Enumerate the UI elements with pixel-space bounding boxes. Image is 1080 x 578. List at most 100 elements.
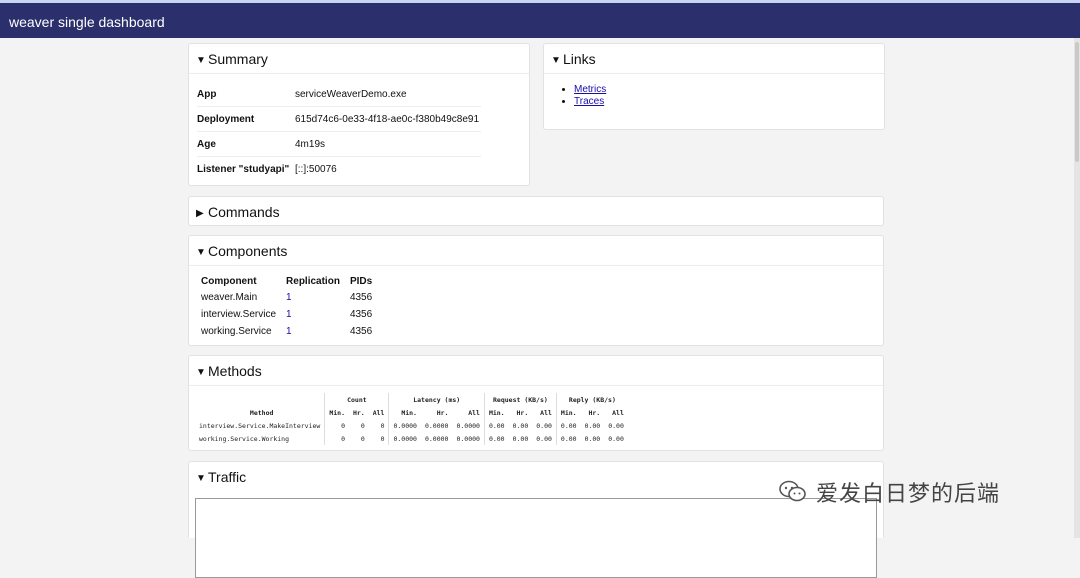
column-header: Hr. — [436, 408, 449, 417]
commands-title: Commands — [208, 204, 280, 220]
links-list: Metrics Traces — [562, 84, 606, 108]
components-header[interactable]: ▼ Components — [189, 236, 883, 266]
method-name: interview.Service.MakeInterview — [199, 421, 321, 430]
metrics-link[interactable]: Metrics — [574, 84, 606, 95]
metric-cell: 0 — [360, 421, 365, 430]
methods-title: Methods — [208, 363, 262, 379]
components-table: Component Replication PIDs weaver.Main 1… — [201, 273, 382, 340]
column-header: Method — [249, 408, 274, 417]
column-header: All — [468, 408, 480, 417]
triangle-down-icon: ▼ — [196, 247, 206, 258]
triangle-down-icon: ▼ — [196, 473, 206, 484]
table-row: Listener "studyapi" [::]:50076 — [197, 157, 481, 182]
summary-key: Deployment — [197, 106, 295, 132]
metric-cell: 0 — [324, 419, 349, 432]
summary-title: Summary — [208, 51, 268, 67]
list-item: Metrics — [574, 84, 606, 96]
scrollbar[interactable] — [1074, 38, 1080, 538]
summary-key: Listener "studyapi" — [197, 163, 290, 175]
list-item: Traces — [574, 96, 606, 108]
top-bar: weaver single dashboard — [0, 0, 1080, 38]
traces-link[interactable]: Traces — [574, 96, 604, 107]
traffic-graph-area — [195, 498, 877, 578]
methods-panel: ▼ Methods Count Latency (ms) Request (KB/… — [188, 355, 884, 451]
metric-cell: 0.00 — [536, 434, 552, 443]
metric-cell: 0.00 — [555, 419, 581, 432]
column-header: Hr. — [588, 408, 601, 417]
summary-key: App — [197, 82, 295, 107]
commands-header[interactable]: ▶ Commands — [189, 197, 883, 227]
column-group-header: Reply (KB/s) — [555, 393, 628, 406]
watermark: 爱发白日梦的后端 — [778, 476, 1048, 508]
scrollbar-thumb[interactable] — [1075, 42, 1079, 162]
triangle-down-icon: ▼ — [196, 367, 206, 378]
metric-cell: 0.0000 — [388, 419, 421, 432]
metric-cell: 0.0000 — [388, 432, 421, 445]
triangle-down-icon: ▼ — [196, 55, 206, 66]
metric-cell: 0.00 — [555, 432, 581, 445]
triangle-right-icon: ▶ — [196, 208, 204, 219]
wechat-icon — [779, 480, 806, 502]
metric-cell: 0.00 — [584, 421, 601, 430]
component-replication: 1 — [286, 292, 292, 303]
table-row: Age 4m19s — [197, 131, 481, 157]
column-group-header: Request (KB/s) — [483, 393, 557, 406]
summary-table: App serviceWeaverDemo.exe Deployment 615d7… — [197, 82, 481, 181]
table-row: Deployment 615d74c6-0e33-4f18-ae0c-f380b4… — [197, 106, 481, 132]
components-title: Components — [208, 243, 288, 259]
column-header: PIDs — [349, 275, 373, 287]
methods-table: Count Latency (ms) Request (KB/s) Reply … — [199, 393, 628, 445]
metric-cell: 0.00 — [512, 434, 529, 443]
table-row: working.Service.Working 0 0 0 0.0000 0.0… — [199, 432, 628, 445]
metric-cell: 0.00 — [483, 432, 509, 445]
summary-header[interactable]: ▼ Summary — [189, 44, 529, 74]
metric-cell: 0.00 — [608, 421, 624, 430]
metric-cell: 0.00 — [608, 434, 624, 443]
column-header: Min. — [483, 406, 509, 419]
links-panel: ▼Links Metrics Traces — [543, 43, 885, 130]
metric-cell: 0.0000 — [424, 421, 449, 430]
component-pids: 4356 — [349, 292, 373, 303]
table-header-row: Method Min. Hr. All Min. Hr. All Min. Hr… — [199, 406, 628, 419]
summary-value: [::]:50076 — [295, 163, 337, 175]
metric-cell: 0 — [324, 432, 349, 445]
component-replication: 1 — [286, 309, 292, 320]
metric-cell: 0.00 — [536, 421, 552, 430]
metric-cell: 0.00 — [584, 434, 601, 443]
links-title: Links — [563, 51, 596, 67]
commands-panel: ▶ Commands — [188, 196, 884, 226]
column-header: All — [540, 408, 552, 417]
metric-cell: 0.0000 — [424, 434, 449, 443]
column-header: Hr. — [516, 408, 529, 417]
column-header: All — [372, 408, 385, 417]
summary-value: 615d74c6-0e33-4f18-ae0c-f380b49c8e91 — [295, 106, 481, 132]
summary-panel: ▼ Summary App serviceWeaverDemo.exe Deploy… — [188, 43, 530, 186]
metric-cell: 0 — [380, 434, 385, 443]
metric-cell: 0.00 — [483, 419, 509, 432]
column-header: Component — [201, 275, 257, 287]
methods-header[interactable]: ▼ Methods — [189, 356, 883, 386]
metric-cell: 0 — [360, 434, 365, 443]
column-group-header: Count — [324, 393, 389, 406]
column-header — [199, 393, 325, 406]
metric-cell: 0.0000 — [456, 434, 480, 443]
component-name: working.Service — [201, 326, 272, 337]
column-header: Min. — [388, 406, 421, 419]
metric-cell: 0.0000 — [456, 421, 480, 430]
summary-value: 4m19s — [295, 131, 481, 157]
column-header: Replication — [286, 275, 340, 287]
column-header: Hr. — [352, 408, 365, 417]
links-header[interactable]: ▼ Links — [544, 44, 884, 74]
components-panel: ▼ Components Component Replication PIDs w… — [188, 235, 884, 346]
triangle-down-icon: ▼ — [551, 55, 561, 66]
table-group-header-row: Count Latency (ms) Request (KB/s) Reply … — [199, 393, 628, 406]
component-name: weaver.Main — [201, 292, 258, 303]
dashboard-title: weaver single dashboard — [9, 14, 165, 30]
watermark-text: 爱发白日梦的后端 — [816, 481, 1001, 506]
component-name: interview.Service — [201, 309, 277, 320]
summary-value: serviceWeaverDemo.exe — [295, 82, 481, 107]
component-pids: 4356 — [349, 326, 373, 337]
table-header-row: Component Replication PIDs — [201, 273, 382, 289]
component-pids: 4356 — [349, 309, 373, 320]
metric-cell: 0 — [380, 421, 385, 430]
